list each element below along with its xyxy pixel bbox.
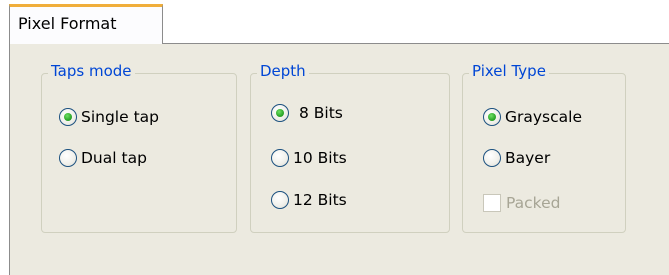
radio-selected-icon <box>483 108 501 126</box>
radio-selected-icon <box>271 104 289 122</box>
depth-group: Depth 8 Bits 10 Bits 12 Bits <box>250 62 450 233</box>
pixel-type-group: Pixel Type Grayscale Bayer Packed <box>462 62 626 233</box>
checkbox-icon <box>483 194 501 212</box>
radio-unselected-icon <box>59 149 77 167</box>
taps-mode-group: Taps mode Single tap Dual tap <box>41 62 237 233</box>
radio-label: 10 Bits <box>293 149 347 167</box>
radio-unselected-icon <box>483 149 501 167</box>
radio-single-tap[interactable]: Single tap <box>59 106 159 128</box>
checkbox-label: Packed <box>506 194 561 212</box>
depth-title: Depth <box>257 62 309 80</box>
radio-dual-tap[interactable]: Dual tap <box>59 147 147 169</box>
tab-label: Pixel Format <box>18 14 117 33</box>
radio-unselected-icon <box>271 149 289 167</box>
packed-checkbox[interactable]: Packed <box>483 192 560 214</box>
radio-grayscale[interactable]: Grayscale <box>483 106 582 128</box>
radio-bayer[interactable]: Bayer <box>483 147 550 169</box>
radio-12-bits[interactable]: 12 Bits <box>271 189 347 211</box>
radio-label: 12 Bits <box>293 191 347 209</box>
radio-selected-icon <box>59 108 77 126</box>
radio-label: Dual tap <box>81 149 147 167</box>
radio-label: 8 Bits <box>299 104 343 122</box>
radio-unselected-icon <box>271 191 289 209</box>
radio-label: Grayscale <box>505 108 582 126</box>
pixel-type-title: Pixel Type <box>469 62 549 80</box>
tab-pixel-format[interactable]: Pixel Format <box>9 4 163 44</box>
radio-label: Bayer <box>505 149 551 167</box>
radio-10-bits[interactable]: 10 Bits <box>271 147 347 169</box>
radio-label: Single tap <box>81 108 159 126</box>
radio-8-bits[interactable]: 8 Bits <box>271 102 343 124</box>
taps-mode-title: Taps mode <box>48 62 135 80</box>
